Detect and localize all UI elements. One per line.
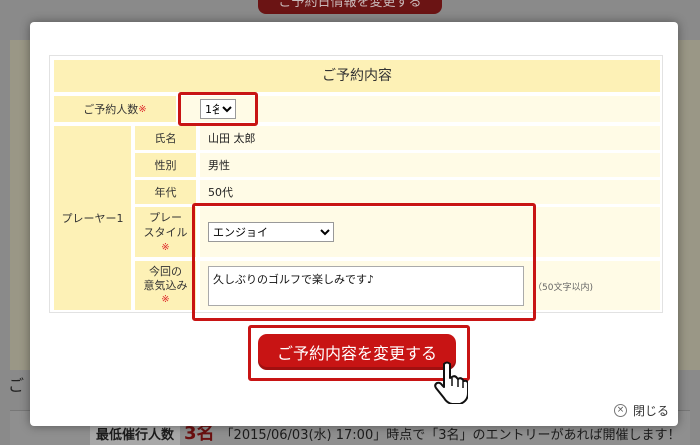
people-count-label: ご予約人数 ※ bbox=[54, 96, 176, 122]
close-icon[interactable]: × bbox=[614, 404, 627, 417]
play-style-label-line2: スタイル bbox=[143, 225, 188, 239]
motivation-textarea[interactable]: 久しぶりのゴルフで楽しみです♪ bbox=[208, 265, 524, 306]
play-style-select[interactable]: エンジョイ bbox=[208, 222, 334, 242]
reservation-modal: ご予約内容 ご予約人数 ※ 1名 プレーヤー1 氏名 山田 太郎 性別 男性 年代… bbox=[30, 22, 678, 426]
gender-value: 男性 bbox=[200, 153, 660, 177]
hand-cursor-icon bbox=[434, 361, 468, 404]
play-style-label: プレー スタイル ※ bbox=[135, 207, 196, 257]
gender-label: 性別 bbox=[135, 153, 196, 177]
form-title: ご予約内容 bbox=[54, 60, 660, 92]
background-section-heading: ご bbox=[8, 376, 25, 395]
required-mark: ※ bbox=[138, 103, 147, 115]
close-label: 閉じる bbox=[633, 404, 670, 418]
name-label: 氏名 bbox=[135, 126, 196, 150]
required-mark: ※ bbox=[161, 293, 170, 305]
age-value: 50代 bbox=[200, 180, 660, 204]
background-panel-left bbox=[10, 40, 30, 370]
motivation-label-line2: 意気込み bbox=[143, 278, 188, 292]
change-reservation-button[interactable]: ご予約内容を変更する bbox=[258, 334, 456, 370]
background-button-label: ご予約日情報を変更する bbox=[278, 0, 422, 10]
close-button[interactable]: × 閉じる bbox=[614, 402, 669, 419]
background-change-date-button: ご予約日情報を変更する bbox=[258, 0, 442, 14]
min-participants-label: 最低催行人数 bbox=[90, 425, 181, 445]
play-style-label-line1: プレー bbox=[149, 210, 182, 224]
people-count-select[interactable]: 1名 bbox=[200, 99, 236, 119]
name-value: 山田 太郎 bbox=[200, 126, 660, 150]
reservation-form: ご予約内容 ご予約人数 ※ 1名 プレーヤー1 氏名 山田 太郎 性別 男性 年代… bbox=[49, 55, 663, 313]
required-mark: ※ bbox=[161, 241, 170, 253]
people-count-cell: 1名 bbox=[180, 96, 660, 122]
min-participants-notice: 「2015/06/03(水) 17:00」時点で「3名」のエントリーがあれば開催… bbox=[220, 428, 681, 443]
motivation-label-line1: 今回の bbox=[149, 264, 182, 278]
motivation-label: 今回の 意気込み ※ bbox=[135, 261, 196, 310]
people-count-label-text: ご予約人数 bbox=[83, 103, 139, 116]
motivation-char-limit-hint: （50文字以内) bbox=[533, 283, 593, 293]
player-label: プレーヤー1 bbox=[54, 126, 131, 310]
min-participants-count: 3名 bbox=[184, 423, 215, 444]
age-label: 年代 bbox=[135, 180, 196, 204]
play-style-cell: エンジョイ bbox=[200, 207, 660, 257]
